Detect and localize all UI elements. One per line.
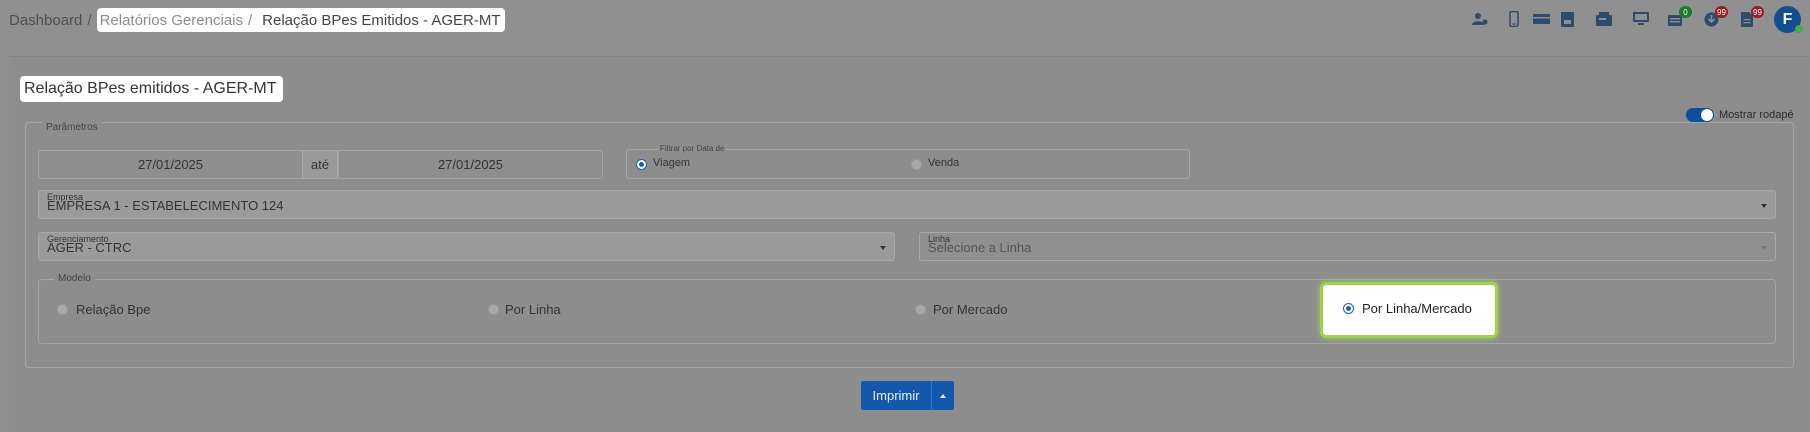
empresa-value: EMPRESA 1 - ESTABELECIMENTO 124 [47,198,284,213]
online-status-dot [1795,25,1803,33]
chevron-down-icon [880,246,886,250]
user-settings-icon[interactable] [1471,10,1489,28]
parameters-legend: Parâmetros [42,122,102,133]
modelo-legend: Modelo [54,273,95,284]
breadcrumb-dashboard[interactable]: Dashboard [9,12,82,29]
ticket-icon[interactable] [1532,10,1550,28]
page-title-text: Relação BPes emitidos - AGER-MT [24,80,277,97]
modelo-por-mercado-label[interactable]: Por Mercado [933,302,1007,317]
modelo-por-linha-radio[interactable] [488,304,499,315]
fax-icon[interactable] [1595,10,1613,28]
print-button-group: Imprimir [861,381,954,410]
modelo-por-linha-mercado-radio[interactable] [1343,303,1354,314]
date-to-value: 27/01/2025 [437,157,504,172]
modelo-fieldset [38,279,1776,344]
filter-viagem-label[interactable]: Viagem [653,157,690,169]
footer-toggle-switch[interactable] [1686,108,1714,122]
gerenciamento-select[interactable]: Gerenciamento AGER - CTRC [38,232,895,261]
breadcrumb-highlight: Relatórios Gerenciais / Relação BPes Emi… [96,8,505,32]
chevron-down-icon [1761,204,1767,208]
notification-badge: 99 [1715,6,1728,18]
print-dropdown-toggle[interactable] [932,381,954,410]
footer-toggle[interactable]: Mostrar rodapé [1686,108,1794,122]
gerenciamento-value: AGER - CTRC [47,240,132,255]
date-from-input[interactable]: 27/01/2025 [38,150,303,179]
stack-icon[interactable]: 0 [1666,6,1692,28]
date-separator: até [302,150,338,179]
book-icon[interactable] [1558,10,1576,28]
filter-date-label: Filtrar por Data de [658,144,727,153]
monitor-icon[interactable] [1632,10,1650,28]
modelo-por-mercado-radio[interactable] [915,304,926,315]
breadcrumb-current: Relação BPes Emitidos - AGER-MT [262,11,501,29]
breadcrumb-separator: / [87,11,92,29]
notification-badge: 99 [1751,6,1764,18]
footer-toggle-label: Mostrar rodapé [1719,109,1794,121]
filter-venda-label[interactable]: Venda [928,157,959,169]
document-icon[interactable]: 99 [1738,6,1764,28]
date-separator-text: até [310,157,330,172]
avatar[interactable]: F [1774,6,1803,33]
filter-venda-radio[interactable] [911,159,922,170]
download-icon[interactable]: 99 [1702,6,1728,28]
caret-up-icon [940,393,946,398]
modelo-por-linha-mercado-label[interactable]: Por Linha/Mercado [1362,301,1472,316]
date-from-value: 27/01/2025 [137,157,204,172]
breadcrumb: Dashboard / Relatórios Gerenciais / Rela… [9,8,505,32]
modelo-relacao-bpe-label[interactable]: Relação Bpe [76,302,150,317]
print-button[interactable]: Imprimir [861,381,932,410]
breadcrumb-separator: / [247,11,253,29]
chevron-down-icon [1761,246,1767,250]
top-bar: Dashboard / Relatórios Gerenciais / Rela… [0,0,1810,39]
notification-badge: 0 [1679,6,1692,18]
avatar-initial: F [1782,10,1793,28]
modelo-relacao-bpe-radio[interactable] [57,304,68,315]
breadcrumb-relatorios[interactable]: Relatórios Gerenciais [100,12,243,29]
mobile-icon[interactable] [1505,10,1523,28]
filter-viagem-radio[interactable] [636,159,647,170]
print-button-label: Imprimir [872,388,920,403]
linha-placeholder: Selecione a Linha [928,240,1032,255]
date-to-input[interactable]: 27/01/2025 [338,150,603,179]
modelo-por-linha-label[interactable]: Por Linha [505,302,561,317]
filter-date-group [626,149,1190,179]
empresa-select[interactable]: Empresa EMPRESA 1 - ESTABELECIMENTO 124 [38,190,1776,219]
page-title: Relação BPes emitidos - AGER-MT [20,76,283,102]
linha-select[interactable]: Linha Selecione a Linha [919,232,1776,261]
